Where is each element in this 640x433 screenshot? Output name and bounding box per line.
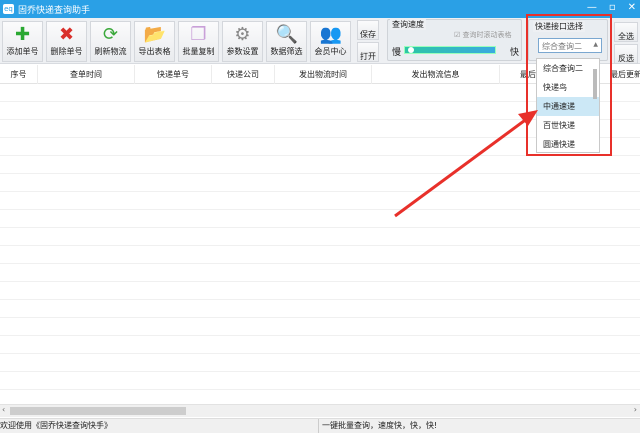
open-label: 打开 (360, 52, 376, 61)
dropdown-option[interactable]: 快递鸟 (537, 78, 599, 97)
dropdown-option[interactable]: 百世快递 (537, 116, 599, 135)
interface-select[interactable]: 综合查询二 ▲ (538, 38, 602, 53)
horizontal-scrollbar[interactable]: ‹ › (0, 404, 640, 417)
scroll-table-label: 查询时滚动表格 (463, 31, 512, 39)
dropdown-option[interactable]: 圆通快递 (537, 135, 599, 154)
fast-label: 快 (510, 45, 519, 58)
slider-knob[interactable] (408, 47, 414, 53)
toolbar-icon: ❐ (188, 25, 210, 45)
open-button[interactable]: 打开 (357, 42, 379, 62)
dropdown-scroll-thumb[interactable] (593, 69, 597, 99)
toolbar-button-6[interactable]: 🔍 数据筛选 (266, 21, 307, 62)
speed-group: 查询速度 ☑ 查询时滚动表格 慢 快 (387, 19, 522, 61)
dropdown-scrollbar[interactable] (593, 61, 598, 151)
toolbar-button-5[interactable]: ⚙ 参数设置 (222, 21, 263, 62)
title-bar: eq 固乔快递查询助手 — ▫ ✕ (0, 0, 640, 18)
toolbar-icon: 🔍 (276, 25, 298, 45)
minimize-button[interactable]: — (587, 2, 597, 13)
column-header[interactable]: 发出物流信息 (372, 65, 500, 84)
toolbar-icon: 👥 (320, 25, 342, 45)
invert-selection-button[interactable]: 反选 (614, 44, 638, 64)
chevron-up-icon: ▲ (593, 41, 598, 48)
toolbar-icon: 📂 (144, 25, 166, 45)
toolbar-button-2[interactable]: ⟳ 刷新物流 (90, 21, 131, 62)
speed-title: 查询速度 (390, 19, 426, 30)
toolbar-label: 删除单号 (51, 47, 83, 56)
select-all-label: 全选 (618, 32, 634, 41)
toolbar-label: 批量复制 (183, 47, 215, 56)
dropdown-option[interactable]: 综合查询二 (537, 59, 599, 78)
toolbar-button-0[interactable]: ✚ 添加单号 (2, 21, 43, 62)
toolbar-label: 参数设置 (227, 47, 259, 56)
scroll-left-icon[interactable]: ‹ (2, 405, 5, 414)
status-slogan: 一键批量查询，速度快，快，快! (318, 419, 437, 433)
toolbar-button-1[interactable]: ✖ 删除单号 (46, 21, 87, 62)
slow-label: 慢 (392, 45, 401, 58)
column-header[interactable]: 发出物流时间 (275, 65, 372, 84)
interface-group: 快递接口选择 综合查询二 ▲ (528, 19, 608, 61)
save-label: 保存 (360, 30, 376, 39)
toolbar-label: 刷新物流 (95, 47, 127, 56)
toolbar-icon: ⚙ (232, 25, 254, 45)
save-button[interactable]: 保存 (357, 20, 379, 40)
column-header[interactable]: 序号 (0, 65, 38, 84)
toolbar-icon: ✖ (56, 25, 78, 45)
column-header[interactable]: 查单时间 (38, 65, 135, 84)
toolbar-button-3[interactable]: 📂 导出表格 (134, 21, 175, 62)
select-all-button[interactable]: 全选 (614, 22, 638, 42)
window-title: 固乔快递查询助手 (18, 3, 90, 16)
status-bar: 欢迎使用《固乔快递查询快手》 一键批量查询，速度快，快，快! (0, 418, 640, 433)
column-header[interactable]: 快递公司 (212, 65, 275, 84)
invert-label: 反选 (618, 54, 634, 63)
toolbar-label: 数据筛选 (271, 47, 303, 56)
interface-title: 快递接口选择 (533, 21, 585, 32)
toolbar-label: 导出表格 (139, 47, 171, 56)
scrollbar-thumb[interactable] (10, 407, 186, 415)
status-welcome: 欢迎使用《固乔快递查询快手》 (0, 419, 112, 433)
toolbar-label: 添加单号 (7, 47, 39, 56)
toolbar-icon: ✚ (12, 25, 34, 45)
toolbar-icon: ⟳ (100, 25, 122, 45)
app-icon: eq (3, 4, 14, 14)
toolbar-button-7[interactable]: 👥 会员中心 (310, 21, 351, 62)
maximize-button[interactable]: ▫ (609, 2, 616, 13)
interface-dropdown-list: 综合查询二快递鸟中通速递百世快递圆通快递 (536, 58, 600, 153)
interface-selected: 综合查询二 (542, 42, 582, 51)
column-header[interactable]: 快递单号 (135, 65, 212, 84)
toolbar-button-4[interactable]: ❐ 批量复制 (178, 21, 219, 62)
scroll-table-checkbox[interactable]: ☑ 查询时滚动表格 (454, 30, 512, 40)
dropdown-option[interactable]: 中通速递 (537, 97, 599, 116)
toolbar-label: 会员中心 (315, 47, 347, 56)
speed-slider[interactable] (404, 46, 496, 54)
scroll-right-icon[interactable]: › (634, 405, 637, 414)
close-button[interactable]: ✕ (628, 2, 636, 13)
